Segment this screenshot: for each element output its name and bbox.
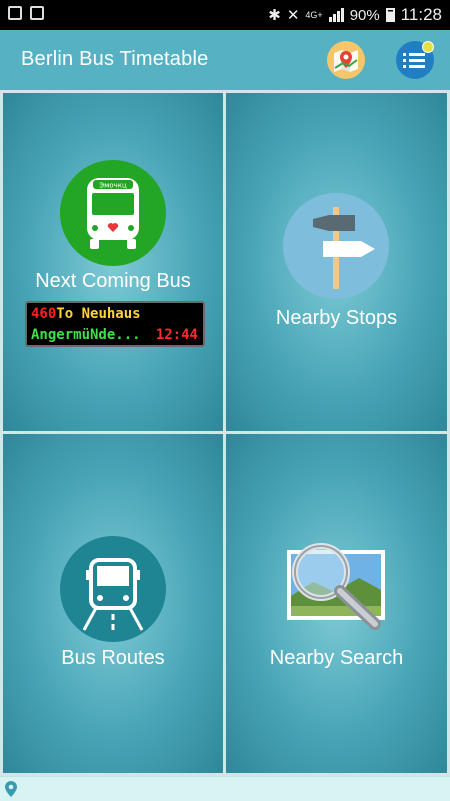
signpost-icon [313, 207, 375, 289]
mute-icon: ✕ [286, 7, 300, 24]
notification-badge [422, 41, 434, 53]
clock: 11:28 [400, 5, 442, 24]
next-coming-bus-label: Next Coming Bus [35, 270, 191, 292]
signal-icon [328, 8, 344, 22]
bus-sign-text: Эмочкц [99, 182, 127, 190]
menu-dot-icon [403, 59, 406, 62]
battery-percent: 90% [349, 6, 380, 24]
signpost-icon-background [283, 193, 389, 299]
led-stop-name: AngermüNde... [31, 327, 141, 343]
led-departure-display: 460To Neuhaus AngermüNde... 12:44 [25, 301, 205, 347]
bus-routes-tile[interactable]: Bus Routes [3, 434, 223, 773]
menu-line-icon [409, 53, 425, 56]
bus-routes-icon-background [60, 536, 166, 642]
gallery-notification-icon [8, 6, 22, 20]
bus-road-icon [82, 558, 144, 631]
map-pin-icon [334, 50, 358, 72]
led-departure-time: 12:44 [155, 327, 198, 343]
led-row-destination: 460To Neuhaus [31, 306, 141, 322]
led-route-number: 460 [31, 306, 57, 322]
bus-icon-background: Эмочкц [60, 160, 166, 266]
app-bar: Berlin Bus Timetable [0, 30, 450, 90]
led-destination: To Neuhaus [56, 306, 141, 322]
nearby-stops-label: Nearby Stops [275, 307, 398, 329]
magnifier-photo-icon [287, 543, 385, 630]
network-type-label: 4G+ [305, 9, 323, 20]
status-bar: ✱ ✕ 4G+ 90% 11:28 [0, 0, 450, 30]
mail-notification-icon [30, 6, 44, 20]
nearby-search-label: Nearby Search [269, 647, 404, 669]
location-pin-icon[interactable] [4, 780, 18, 798]
main-grid: Эмочкц Next Coming Bus 460To Neuhaus Ang… [0, 90, 450, 776]
menu-dot-icon [403, 65, 406, 68]
nearby-search-tile[interactable]: Nearby Search [226, 434, 447, 773]
map-button[interactable] [327, 41, 365, 79]
app-title: Berlin Bus Timetable [21, 48, 209, 70]
bottom-bar [0, 776, 450, 801]
bus-front-heart-icon: Эмочкц [87, 178, 139, 249]
menu-dot-icon [403, 53, 406, 56]
nearby-stops-tile[interactable]: Nearby Stops [226, 93, 447, 431]
menu-line-icon [409, 59, 425, 62]
next-coming-bus-tile[interactable]: Эмочкц Next Coming Bus 460To Neuhaus Ang… [3, 93, 223, 431]
menu-line-icon [409, 65, 425, 68]
bus-routes-label: Bus Routes [61, 647, 165, 669]
battery-icon [385, 8, 395, 22]
bluetooth-icon: ✱ [268, 7, 281, 24]
